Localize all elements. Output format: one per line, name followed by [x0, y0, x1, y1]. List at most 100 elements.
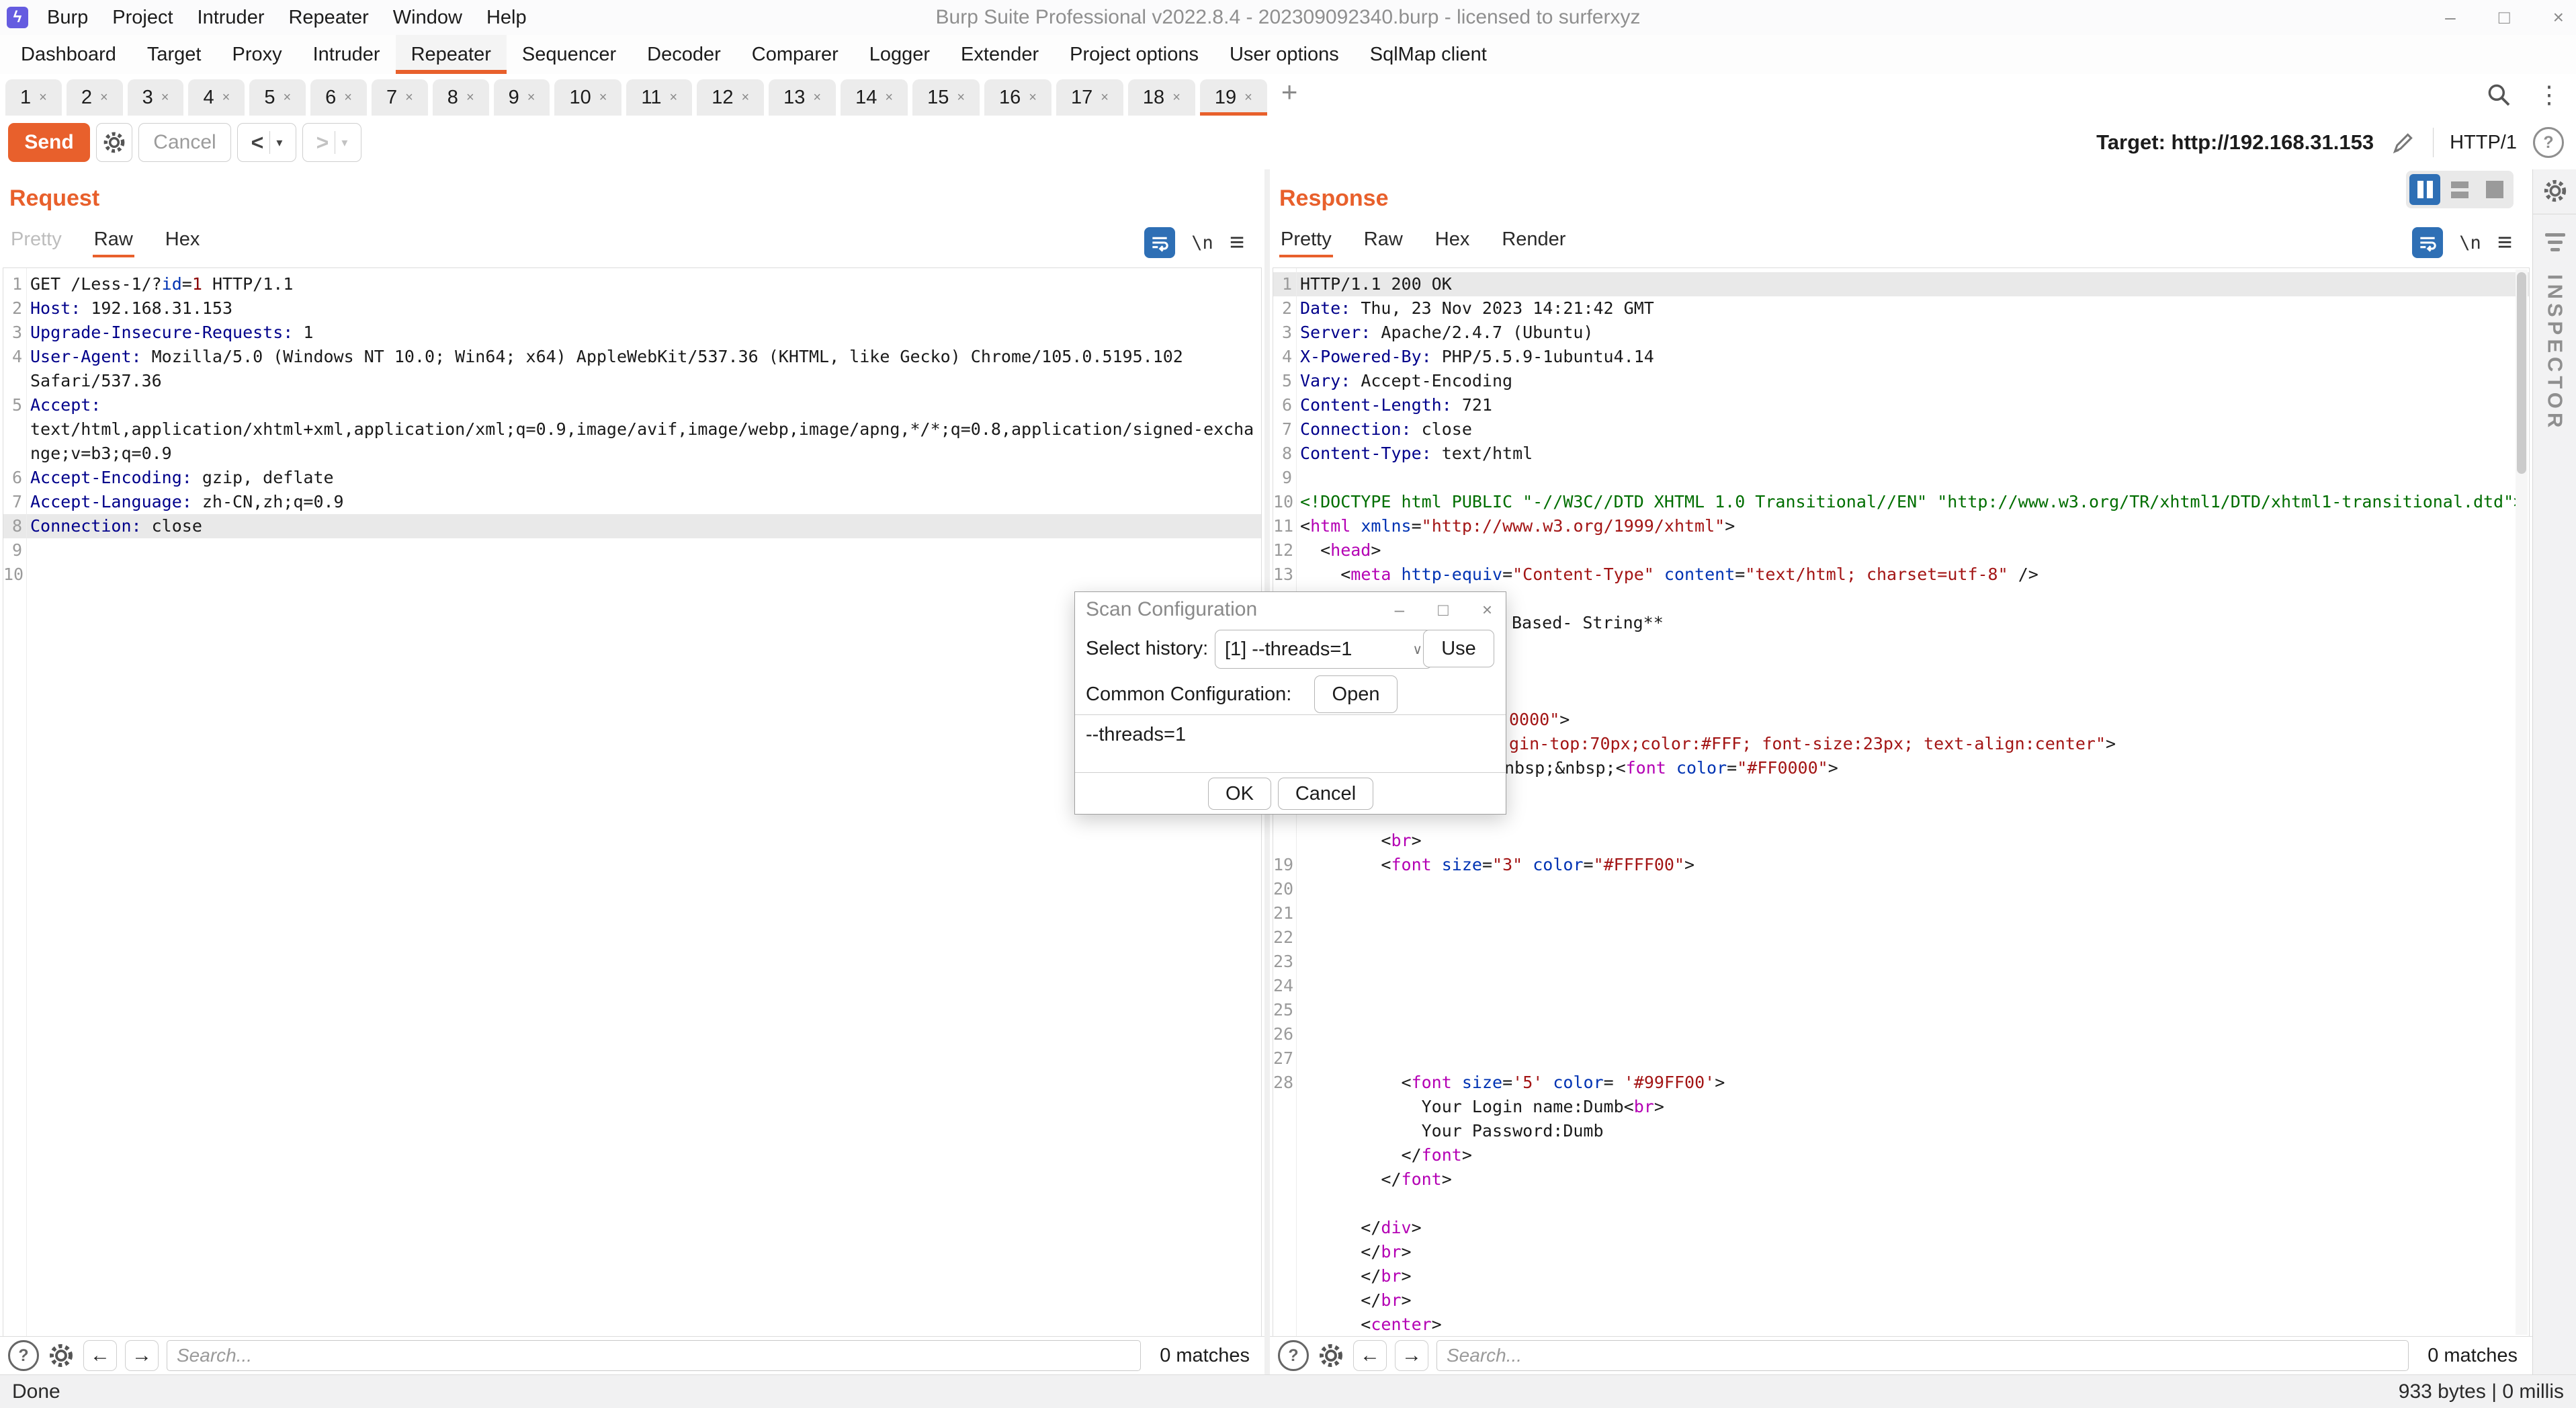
tab-close-icon[interactable]: × — [222, 90, 230, 106]
kebab-menu-icon[interactable]: ⋮ — [2537, 81, 2561, 109]
menu-item-repeater[interactable]: Repeater — [276, 0, 380, 35]
scrollbar-thumb[interactable] — [2517, 272, 2526, 474]
search-help-icon[interactable]: ? — [1278, 1340, 1309, 1371]
request-editor[interactable]: 1GET /Less-1/?id=1 HTTP/1.12Host: 192.16… — [3, 267, 1262, 1337]
tab-close-icon[interactable]: × — [599, 90, 607, 106]
repeater-tab-19[interactable]: 19× — [1200, 79, 1267, 116]
main-tab-repeater[interactable]: Repeater — [396, 35, 507, 74]
main-tab-dashboard[interactable]: Dashboard — [5, 35, 132, 74]
cancel-button[interactable]: Cancel — [138, 123, 231, 162]
repeater-tab-5[interactable]: 5× — [249, 79, 306, 116]
tab-close-icon[interactable]: × — [741, 90, 749, 106]
search-input[interactable] — [167, 1340, 1141, 1371]
window-close-icon[interactable]: × — [2553, 7, 2564, 28]
menu-item-project[interactable]: Project — [100, 0, 185, 35]
repeater-tab-13[interactable]: 13× — [769, 79, 836, 116]
tab-close-icon[interactable]: × — [1244, 90, 1252, 106]
repeater-tab-3[interactable]: 3× — [128, 79, 184, 116]
repeater-tab-4[interactable]: 4× — [188, 79, 245, 116]
main-tab-user-options[interactable]: User options — [1214, 35, 1355, 74]
send-settings-button[interactable] — [96, 123, 132, 162]
soft-wrap-toggle-icon[interactable] — [2412, 227, 2443, 258]
forward-button[interactable]: > ▾ — [302, 123, 361, 162]
repeater-tab-18[interactable]: 18× — [1128, 79, 1195, 116]
inspector-settings-gear-icon[interactable] — [2542, 177, 2569, 204]
forward-history-dropdown-icon[interactable]: ▾ — [341, 136, 347, 150]
tab-close-icon[interactable]: × — [161, 90, 169, 106]
view-tab-pretty[interactable]: Pretty — [1279, 226, 1333, 257]
newline-toggle-icon[interactable]: \n — [2459, 233, 2481, 253]
repeater-tab-1[interactable]: 1× — [5, 79, 62, 116]
search-settings-gear-icon[interactable] — [47, 1341, 75, 1370]
repeater-tab-10[interactable]: 10× — [554, 79, 621, 116]
add-tab-button[interactable]: + — [1281, 78, 1298, 106]
repeater-tab-15[interactable]: 15× — [912, 79, 980, 116]
layout-rows-button[interactable] — [2444, 174, 2475, 205]
view-tab-raw[interactable]: Raw — [93, 226, 134, 257]
view-tab-raw[interactable]: Raw — [1363, 226, 1404, 257]
main-tab-decoder[interactable]: Decoder — [632, 35, 736, 74]
tab-close-icon[interactable]: × — [670, 90, 678, 106]
repeater-tab-6[interactable]: 6× — [310, 79, 367, 116]
tab-close-icon[interactable]: × — [885, 90, 893, 106]
menu-item-burp[interactable]: Burp — [35, 0, 100, 35]
repeater-tab-12[interactable]: 12× — [697, 79, 764, 116]
menu-item-intruder[interactable]: Intruder — [185, 0, 277, 35]
editor-menu-icon[interactable]: ≡ — [1230, 230, 1244, 255]
tab-close-icon[interactable]: × — [1029, 90, 1037, 106]
dialog-titlebar[interactable]: Scan Configuration – □ × — [1075, 592, 1506, 627]
edit-target-icon[interactable] — [2390, 129, 2417, 156]
dialog-maximize-icon[interactable]: □ — [1438, 599, 1449, 620]
repeater-tab-7[interactable]: 7× — [372, 79, 428, 116]
tab-close-icon[interactable]: × — [1172, 90, 1180, 106]
view-tab-pretty[interactable]: Pretty — [9, 226, 63, 257]
menu-item-help[interactable]: Help — [474, 0, 539, 35]
view-tab-render[interactable]: Render — [1500, 226, 1567, 257]
main-tab-logger[interactable]: Logger — [854, 35, 945, 74]
view-tab-hex[interactable]: Hex — [1434, 226, 1471, 257]
search-settings-gear-icon[interactable] — [1317, 1341, 1345, 1370]
newline-toggle-icon[interactable]: \n — [1191, 233, 1213, 253]
search-icon[interactable] — [2486, 82, 2511, 108]
help-icon[interactable]: ? — [2533, 127, 2564, 158]
tab-close-icon[interactable]: × — [344, 90, 352, 106]
next-match-button[interactable]: → — [1395, 1340, 1428, 1371]
tab-close-icon[interactable]: × — [527, 90, 535, 106]
window-minimize-icon[interactable]: – — [2445, 7, 2456, 28]
scrollbar[interactable] — [2516, 270, 2528, 1335]
repeater-tab-16[interactable]: 16× — [984, 79, 1051, 116]
inspector-label[interactable]: INSPECTOR — [2543, 274, 2567, 431]
cancel-button[interactable]: Cancel — [1278, 778, 1373, 810]
editor-menu-icon[interactable]: ≡ — [2497, 230, 2512, 255]
repeater-tab-11[interactable]: 11× — [626, 79, 692, 116]
main-tab-proxy[interactable]: Proxy — [216, 35, 297, 74]
dialog-close-icon[interactable]: × — [1482, 599, 1492, 620]
previous-match-button[interactable]: ← — [1353, 1340, 1387, 1371]
tab-close-icon[interactable]: × — [1101, 90, 1109, 106]
main-tab-intruder[interactable]: Intruder — [298, 35, 396, 74]
layout-columns-button[interactable] — [2409, 174, 2440, 205]
repeater-tab-8[interactable]: 8× — [433, 79, 489, 116]
inspector-sidebar[interactable]: INSPECTOR — [2532, 169, 2576, 1374]
tab-close-icon[interactable]: × — [39, 90, 47, 106]
layout-single-button[interactable] — [2479, 174, 2510, 205]
tab-close-icon[interactable]: × — [466, 90, 474, 106]
search-help-icon[interactable]: ? — [8, 1340, 39, 1371]
ok-button[interactable]: OK — [1208, 778, 1271, 810]
tab-close-icon[interactable]: × — [100, 90, 108, 106]
history-dropdown[interactable]: [1] --threads=1 ∨ — [1215, 630, 1432, 669]
repeater-tab-17[interactable]: 17× — [1056, 79, 1123, 116]
filter-icon[interactable] — [2545, 233, 2565, 251]
search-input[interactable] — [1436, 1340, 2409, 1371]
main-tab-comparer[interactable]: Comparer — [736, 35, 854, 74]
use-button[interactable]: Use — [1423, 630, 1494, 667]
repeater-tab-14[interactable]: 14× — [841, 79, 908, 116]
main-tab-target[interactable]: Target — [132, 35, 217, 74]
open-button[interactable]: Open — [1314, 675, 1398, 713]
soft-wrap-toggle-icon[interactable] — [1144, 227, 1175, 258]
tab-close-icon[interactable]: × — [283, 90, 291, 106]
repeater-tab-9[interactable]: 9× — [494, 79, 550, 116]
back-button[interactable]: < ▾ — [237, 123, 296, 162]
repeater-tab-2[interactable]: 2× — [67, 79, 123, 116]
main-tab-extender[interactable]: Extender — [945, 35, 1054, 74]
